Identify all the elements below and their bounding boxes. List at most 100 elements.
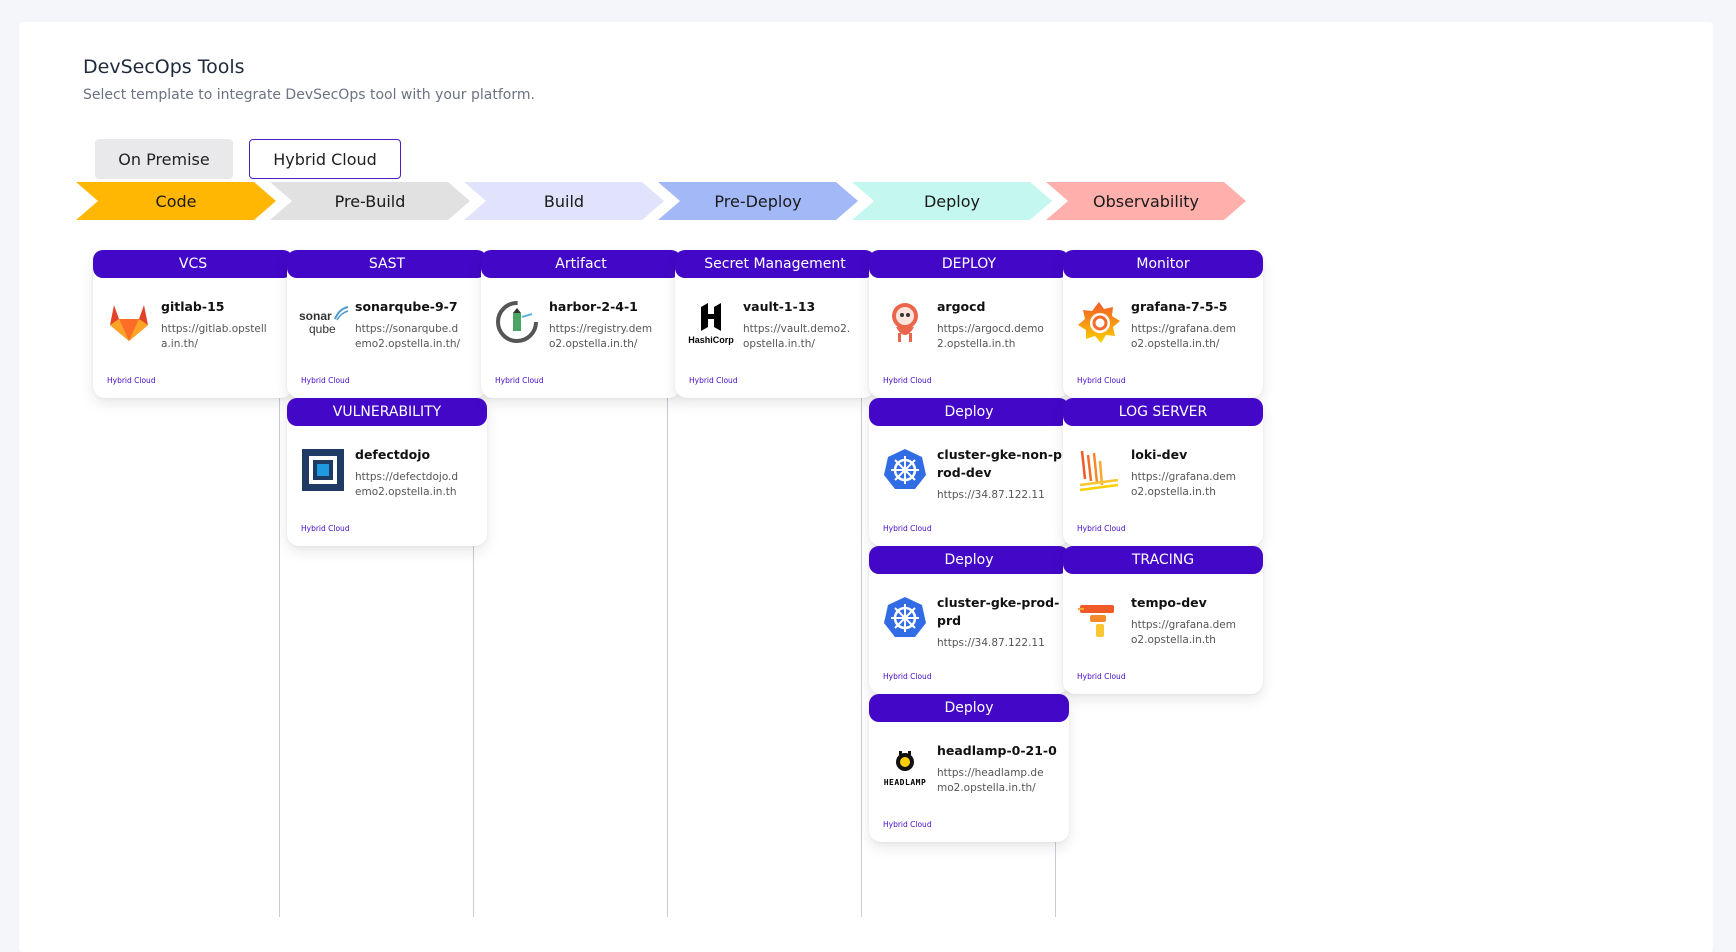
card-category: Artifact — [481, 250, 681, 278]
tool-url[interactable]: https://grafana.demo2.opstella.in.th — [1131, 470, 1239, 500]
tool-name: vault-1-13 — [743, 299, 816, 314]
tool-url[interactable]: https://registry.demo2.opstella.in.th/ — [549, 322, 657, 352]
tool-name: cluster-gke-prod-prd — [937, 595, 1060, 628]
harbor-icon — [494, 299, 540, 349]
tool-name: tempo-dev — [1131, 595, 1207, 610]
card-category: SAST — [287, 250, 487, 278]
tool-url[interactable]: https://grafana.demo2.opstella.in.th/ — [1131, 322, 1239, 352]
tool-logo — [1073, 594, 1125, 646]
card-category: LOG SERVER — [1063, 398, 1263, 426]
tool-logo: HashiCorp — [685, 298, 737, 350]
kubernetes-icon — [882, 447, 928, 497]
tool-logo: HEADLAMP — [879, 742, 931, 794]
gitlab-icon — [106, 299, 152, 349]
tool-card-cluster-gke-non-prod-dev[interactable]: Deploy cluster-gke-non-prod-dev https://34… — [869, 398, 1069, 546]
tool-logo — [879, 594, 931, 646]
tool-card-tempo-dev[interactable]: TRACING tempo-dev https://grafana.demo2.op… — [1063, 546, 1263, 694]
stage-label-pre-build: Pre-Build — [334, 191, 406, 211]
tool-logo — [103, 298, 155, 350]
card-category: Deploy — [869, 546, 1069, 574]
card-category: DEPLOY — [869, 250, 1069, 278]
card-category: VCS — [93, 250, 293, 278]
argocd-icon — [882, 299, 928, 349]
stage-label-build: Build — [543, 191, 585, 211]
tab-on-premise[interactable]: On Premise — [95, 139, 233, 179]
stage-label-pre-deploy: Pre-Deploy — [714, 191, 802, 211]
environment-tag: Hybrid Cloud — [883, 524, 932, 533]
card-category: Deploy — [869, 398, 1069, 426]
environment-tag: Hybrid Cloud — [107, 376, 156, 385]
tool-url[interactable]: https://34.87.122.11 — [937, 636, 1045, 651]
environment-tag: Hybrid Cloud — [883, 820, 932, 829]
environment-tag: Hybrid Cloud — [883, 672, 932, 681]
qube-logo-word: qube — [309, 322, 336, 336]
stage-label-observability: Observability — [1092, 191, 1199, 211]
tool-url[interactable]: https://grafana.demo2.opstella.in.th — [1131, 618, 1239, 648]
tempo-icon — [1076, 595, 1122, 645]
sonar-logo-word: sonar — [299, 309, 332, 323]
tool-url[interactable]: https://gitlab.opstella.in.th/ — [161, 322, 269, 352]
tool-url[interactable]: https://sonarqube.demo2.opstella.in.th/ — [355, 322, 463, 352]
tool-url[interactable]: https://defectdojo.demo2.opstella.in.th — [355, 470, 463, 500]
card-category: Monitor — [1063, 250, 1263, 278]
tool-logo — [1073, 446, 1125, 498]
card-category: Deploy — [869, 694, 1069, 722]
tool-url[interactable]: https://argocd.demo2.opstella.in.th — [937, 322, 1045, 352]
pipeline-stages: Code Pre-Build Build Pre-Deploy Deploy O… — [76, 182, 1396, 220]
tool-name: cluster-gke-non-prod-dev — [937, 447, 1062, 480]
headlamp-icon: HEADLAMP — [884, 750, 927, 787]
tool-card-vault-1-13[interactable]: Secret Management HashiCorp vault-1-13 http… — [675, 250, 875, 398]
environment-tag: Hybrid Cloud — [883, 376, 932, 385]
tool-logo: sonar qube — [297, 298, 349, 350]
kubernetes-icon — [882, 595, 928, 645]
main-panel: DevSecOps Tools Select template to integ… — [19, 22, 1713, 952]
tool-card-grafana-7-5-5[interactable]: Monitor grafana-7-5-5 https://grafana.demo… — [1063, 250, 1263, 398]
card-category: TRACING — [1063, 546, 1263, 574]
tool-name: sonarqube-9-7 — [355, 299, 458, 314]
tool-logo — [491, 298, 543, 350]
environment-tag: Hybrid Cloud — [1077, 376, 1126, 385]
environment-tag: Hybrid Cloud — [495, 376, 544, 385]
card-category: VULNERABILITY — [287, 398, 487, 426]
tool-card-defectdojo[interactable]: VULNERABILITY defectdojo https://defectdoj… — [287, 398, 487, 546]
grafana-icon — [1076, 299, 1122, 349]
tool-card-headlamp-0-21-0[interactable]: Deploy HEADLAMP headlamp-0-21-0 https://hea… — [869, 694, 1069, 842]
stage-label-deploy: Deploy — [923, 191, 981, 211]
tool-logo — [879, 446, 931, 498]
tool-card-sonarqube-9-7[interactable]: SAST sonar qube sonarqube-9-7 https://sonarq… — [287, 250, 487, 398]
tab-bar: On Premise Hybrid Cloud — [95, 139, 401, 179]
page-title: DevSecOps Tools — [83, 56, 245, 78]
tool-name: loki-dev — [1131, 447, 1188, 462]
tool-name: gitlab-15 — [161, 299, 225, 314]
tool-card-gitlab-15[interactable]: VCS gitlab-15 https://gitlab.opstella.in.t… — [93, 250, 293, 398]
loki-icon — [1076, 447, 1122, 497]
tool-logo — [879, 298, 931, 350]
tool-name: argocd — [937, 299, 986, 314]
tool-url[interactable]: https://34.87.122.11 — [937, 488, 1045, 503]
tool-name: grafana-7-5-5 — [1131, 299, 1228, 314]
environment-tag: Hybrid Cloud — [1077, 672, 1126, 681]
tool-card-loki-dev[interactable]: LOG SERVER loki-dev https://grafana.demo2.… — [1063, 398, 1263, 546]
environment-tag: Hybrid Cloud — [689, 376, 738, 385]
page-subtitle: Select template to integrate DevSecOps t… — [83, 87, 535, 103]
card-category: Secret Management — [675, 250, 875, 278]
headlamp-logo-text: HEADLAMP — [883, 777, 927, 787]
environment-tag: Hybrid Cloud — [301, 376, 350, 385]
tool-name: headlamp-0-21-0 — [937, 743, 1057, 758]
tool-card-argocd[interactable]: DEPLOY argocd https://argocd.demo2.opstell… — [869, 250, 1069, 398]
tool-url[interactable]: https://headlamp.demo2.opstella.in.th/ — [937, 766, 1045, 796]
tool-url[interactable]: https://vault.demo2.opstella.in.th/ — [743, 322, 851, 352]
tool-card-harbor-2-4-1[interactable]: Artifact harbor-2-4-1 https://registry.dem… — [481, 250, 681, 398]
tool-logo — [297, 446, 349, 498]
sonarqube-icon: sonar qube — [299, 306, 349, 339]
tab-hybrid-cloud[interactable]: Hybrid Cloud — [249, 139, 401, 179]
tool-name: harbor-2-4-1 — [549, 299, 638, 314]
environment-tag: Hybrid Cloud — [301, 524, 350, 533]
tool-name: defectdojo — [355, 447, 431, 462]
defectdojo-icon — [300, 447, 346, 497]
hashicorp-icon: HashiCorp — [688, 303, 734, 345]
environment-tag: Hybrid Cloud — [1077, 524, 1126, 533]
hashicorp-logo-text: HashiCorp — [688, 335, 734, 345]
tool-card-cluster-gke-prod-prd[interactable]: Deploy cluster-gke-prod-prd https://34.87.… — [869, 546, 1069, 694]
tool-logo — [1073, 298, 1125, 350]
